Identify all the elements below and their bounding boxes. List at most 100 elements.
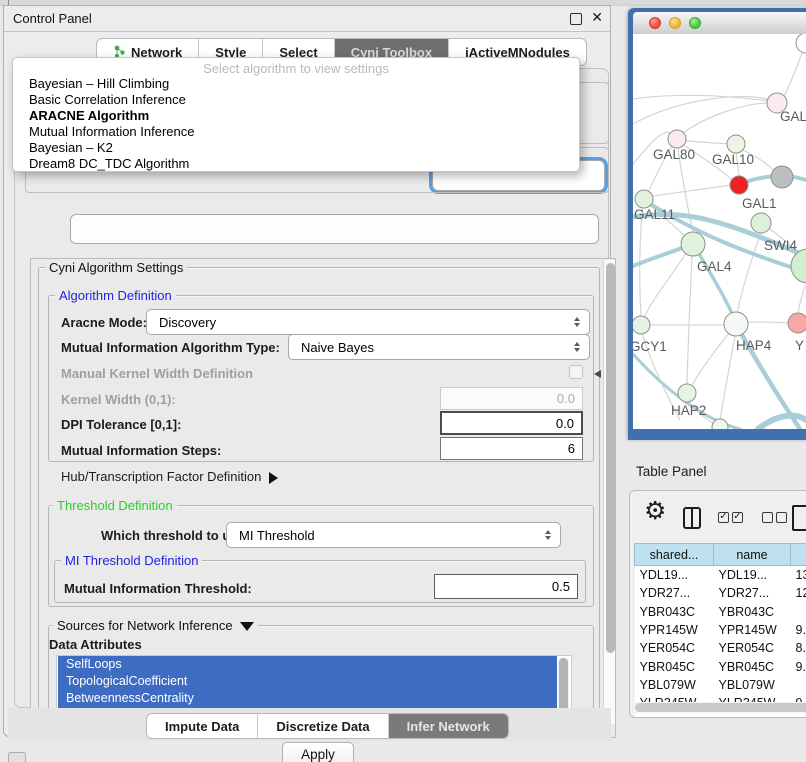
table-cell[interactable]: 8.	[791, 639, 806, 657]
table-row[interactable]: YBR043CYBR043C	[635, 603, 806, 621]
dropdown-item[interactable]: Basic Correlation Inference	[13, 92, 579, 108]
network-node-y[interactable]	[788, 313, 806, 333]
checkbox-unchecked-icon[interactable]	[762, 512, 773, 523]
table-column-header[interactable]: name	[714, 544, 791, 566]
network-node-gal10[interactable]	[727, 135, 745, 153]
node-table[interactable]: shared...nameYDL19...YDL19...13YDR27...Y…	[634, 543, 806, 718]
network-edge	[687, 256, 692, 385]
columns-icon[interactable]	[683, 507, 701, 529]
close-traffic-light-icon[interactable]	[649, 17, 661, 29]
table-column-header[interactable]: shared...	[635, 544, 714, 566]
document-icon[interactable]	[792, 505, 806, 531]
table-row[interactable]: YDL19...YDL19...13	[635, 566, 806, 585]
bottom-tab-impute-data[interactable]: Impute Data	[147, 714, 258, 738]
dropdown-item[interactable]: Dream8 DC_TDC Algorithm	[13, 156, 579, 172]
table-cell[interactable]: YDR27...	[714, 584, 791, 602]
table-horizontal-scrollbar[interactable]	[634, 702, 806, 713]
attribute-list-item[interactable]: TopologicalCoefficient	[58, 673, 557, 690]
dropdown-item[interactable]: ARACNE Algorithm	[13, 108, 579, 124]
table-cell[interactable]	[791, 676, 806, 694]
table-cell[interactable]: 0	[791, 712, 806, 718]
table-cell[interactable]: YBR045C	[714, 657, 791, 675]
mi-steps-field[interactable]: 6	[440, 437, 583, 460]
table-row[interactable]: YPR145WYPR145W9.	[635, 621, 806, 639]
checkbox-checked-icon[interactable]: ✓	[732, 512, 743, 523]
table-cell[interactable]	[791, 603, 806, 621]
network-node-gal4[interactable]	[681, 232, 705, 256]
apply-button[interactable]: Apply	[282, 742, 354, 762]
mouse-cursor	[594, 370, 601, 378]
network-window-titlebar[interactable]	[633, 12, 806, 35]
sources-title[interactable]: Sources for Network Inference	[53, 618, 258, 633]
network-node-gal11[interactable]	[635, 190, 653, 208]
checkbox-checked-icon[interactable]: ✓	[718, 512, 729, 523]
table-cell[interactable]: YDL19...	[635, 566, 714, 585]
dpi-tolerance-value: 0.0	[556, 416, 574, 431]
network-node[interactable]	[796, 34, 806, 53]
manual-kernel-width-label: Manual Kernel Width Definition	[61, 366, 253, 381]
table-row[interactable]: YBL079WYBL079W	[635, 676, 806, 694]
dropdown-item[interactable]: Bayesian – Hill Climbing	[13, 76, 579, 92]
table-row[interactable]: YDR27...YDR27...12	[635, 584, 806, 602]
table-row[interactable]: YIL052CYIL052C0	[635, 712, 806, 718]
table-cell[interactable]: YPR145W	[635, 621, 714, 639]
network-node-swi4[interactable]	[791, 249, 806, 283]
table-cell[interactable]: YBR045C	[635, 657, 714, 675]
table-cell[interactable]: YDL19...	[714, 566, 791, 585]
which-threshold-value: MI Threshold	[239, 528, 315, 543]
network-node[interactable]	[730, 176, 748, 194]
kernel-width-field[interactable]: 0.0	[440, 387, 583, 410]
gear-icon[interactable]: ⚙	[644, 499, 666, 524]
network-node-hap2[interactable]	[678, 384, 696, 402]
table-cell[interactable]: YDR27...	[635, 584, 714, 602]
table-cell[interactable]: 13	[791, 566, 806, 585]
network-node-gal80[interactable]	[668, 130, 686, 148]
dpi-tolerance-label: DPI Tolerance [0,1]:	[61, 417, 181, 432]
network-node-gcy1[interactable]	[633, 316, 650, 334]
table-cell[interactable]: 9.	[791, 657, 806, 675]
table-panel-toolbar: ⚙ ✓ ✓	[630, 491, 806, 541]
table-combobox-fragment[interactable]	[70, 214, 599, 244]
network-canvas[interactable]: GALGAL80GAL10GAL11GAL1SWI4GAL4GCY1HAP4YH…	[633, 34, 806, 429]
dropdown-item[interactable]: Bayesian – K2	[13, 140, 579, 156]
minimize-traffic-light-icon[interactable]	[669, 17, 681, 29]
table-cell[interactable]: 12	[791, 584, 806, 602]
table-cell[interactable]: YBL079W	[714, 676, 791, 694]
settings-vscroll-thumb[interactable]	[606, 263, 615, 653]
table-cell[interactable]: YIL052C	[714, 712, 791, 718]
table-cell[interactable]: YBR043C	[714, 603, 791, 621]
table-cell[interactable]: YIL052C	[635, 712, 714, 718]
collapsed-panel-chip[interactable]	[8, 752, 26, 762]
dpi-tolerance-field[interactable]: 0.0	[440, 411, 583, 435]
network-node-hap4[interactable]	[724, 312, 748, 336]
zoom-traffic-light-icon[interactable]	[689, 17, 701, 29]
table-row[interactable]: YBR045CYBR045C9.	[635, 657, 806, 675]
table-column-header[interactable]	[791, 544, 806, 566]
close-icon[interactable]: ✕	[591, 9, 603, 26]
network-node-gal1[interactable]	[751, 213, 771, 233]
table-cell[interactable]: YPR145W	[714, 621, 791, 639]
mi-algorithm-type-select[interactable]: Naive Bayes	[288, 334, 590, 360]
hub-expander[interactable]: Hub/Transcription Factor Definition	[61, 469, 278, 484]
bottom-tab-discretize-data[interactable]: Discretize Data	[258, 714, 388, 738]
network-node[interactable]	[771, 166, 793, 188]
table-cell[interactable]: 9.	[791, 621, 806, 639]
which-threshold-select[interactable]: MI Threshold	[226, 522, 561, 548]
table-cell[interactable]: YBL079W	[635, 676, 714, 694]
network-node-label: GAL10	[712, 152, 754, 167]
manual-kernel-width-checkbox[interactable]	[569, 365, 583, 379]
bottom-tab-infer-network[interactable]: Infer Network	[389, 714, 508, 738]
mi-threshold-field[interactable]: 0.5	[434, 574, 578, 599]
table-cell[interactable]: YBR043C	[635, 603, 714, 621]
float-window-icon[interactable]	[570, 13, 582, 25]
table-cell[interactable]: YER054C	[635, 639, 714, 657]
attribute-list-item[interactable]: SelfLoops	[58, 656, 557, 673]
table-hscroll-thumb[interactable]	[635, 703, 806, 712]
attribute-list-item[interactable]: BetweennessCentrality	[58, 690, 557, 707]
checkbox-unchecked-icon[interactable]	[776, 512, 787, 523]
table-cell[interactable]: YER054C	[714, 639, 791, 657]
table-row[interactable]: YER054CYER054C8.	[635, 639, 806, 657]
dropdown-item[interactable]: Mutual Information Inference	[13, 124, 579, 140]
settings-vertical-scrollbar[interactable]	[603, 260, 616, 724]
aracne-mode-select[interactable]: Discovery	[146, 309, 590, 335]
